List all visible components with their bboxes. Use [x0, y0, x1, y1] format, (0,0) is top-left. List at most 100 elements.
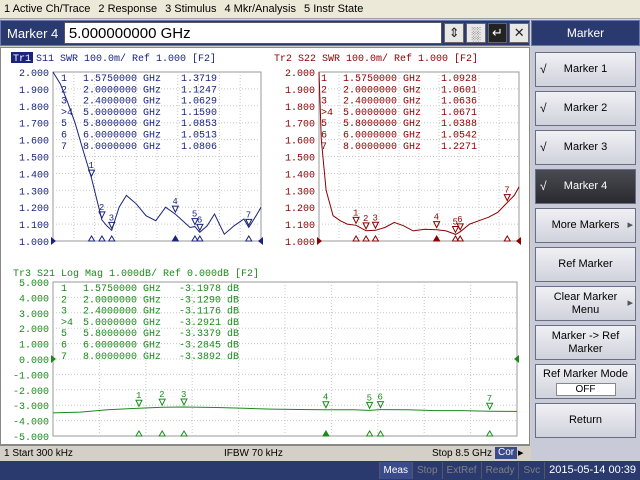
y-tick-label: 1.900	[285, 86, 315, 97]
entry-label: Marker 4	[7, 25, 59, 41]
ifbw: IFBW 70 kHz	[224, 447, 283, 459]
y-tick-label: 2.000	[19, 325, 49, 336]
softkey-label: Ref Marker	[558, 258, 613, 270]
marker-id: 7	[321, 142, 327, 153]
marker-frequency: 1.5750000 GHz	[343, 74, 421, 85]
stimulus-marker	[362, 235, 370, 242]
softkey-ref-marker[interactable]: Ref Marker	[535, 247, 636, 282]
marker-id: 6	[61, 131, 67, 142]
status-extref: ExtRef	[441, 462, 481, 479]
marker-number: 4	[323, 393, 328, 403]
marker-value: -3.1290 dB	[179, 294, 239, 306]
marker-value: -3.2845 dB	[179, 340, 239, 352]
entry-value-field[interactable]: 5.000000000 GHz	[63, 22, 443, 44]
y-tick-label: 1.200	[285, 204, 315, 215]
stimulus-marker	[352, 235, 360, 242]
stimulus-marker	[432, 235, 441, 242]
marker-id: 2	[321, 85, 327, 96]
softkey-ref-marker-mode[interactable]: Ref Marker Mode OFF	[535, 364, 636, 399]
y-tick-label: 2.000	[285, 69, 315, 80]
y-tick-label: 1.800	[285, 103, 315, 114]
marker-number: 7	[504, 186, 509, 196]
y-tick-label: 1.600	[285, 137, 315, 148]
stimulus-marker	[371, 235, 380, 242]
menu-response[interactable]: 2 Response	[94, 3, 161, 15]
spin-arrows-icon[interactable]: ⇕	[444, 23, 465, 43]
marker-value: 1.0928	[441, 74, 477, 85]
softkey-marker-3[interactable]: √ Marker 3	[535, 130, 636, 165]
marker-number: 1	[136, 391, 141, 401]
marker-frequency: 6.0000000 GHz	[83, 341, 161, 352]
stimulus-marker	[244, 235, 253, 242]
marker-frequency: 2.0000000 GHz	[343, 85, 421, 96]
softkey-more-markers[interactable]: More Markers ▸	[535, 208, 636, 243]
marker-value: 1.1247	[181, 85, 217, 96]
marker-number: 7	[487, 394, 492, 404]
menu-active-ch-trace[interactable]: 1 Active Ch/Trace	[0, 3, 94, 15]
marker-frequency: 8.0000000 GHz	[343, 142, 421, 153]
softkey-marker-to-ref[interactable]: Marker -> Ref Marker	[535, 325, 636, 360]
channel-status-bar: 1 Start 300 kHz IFBW 70 kHz Stop 8.5 GHz…	[0, 445, 530, 460]
keypad-icon[interactable]: ░	[466, 23, 486, 43]
plot-area: 2.000 1.900 1.800 1.700 1.600 1.500 1.400 1.300…	[0, 47, 530, 445]
softkey-marker-4[interactable]: √ Marker 4	[535, 169, 636, 204]
marker-value: -3.1176 dB	[179, 306, 239, 318]
instrument-status-bar: Meas Stop ExtRef Ready Svc 2015-05-14 00…	[0, 461, 640, 480]
marker-value: 1.0542	[441, 131, 477, 142]
correction-badge: Cor	[495, 447, 518, 459]
marker-frequency: 6.0000000 GHz	[83, 131, 161, 142]
softkey-label: Clear Marker Menu	[553, 290, 618, 316]
stimulus-marker	[485, 430, 494, 437]
marker-frequency: 5.8000000 GHz	[343, 119, 421, 130]
y-tick-label: 2.000	[19, 69, 49, 80]
marker-number: 7	[246, 210, 251, 220]
softkey-clear-marker-menu[interactable]: Clear Marker Menu ▸	[535, 286, 636, 321]
chevron-right-icon: ▸	[627, 297, 633, 309]
marker-id: 7	[61, 142, 67, 153]
marker-id: 2	[61, 85, 67, 96]
softkey-marker-2[interactable]: √ Marker 2	[535, 91, 636, 126]
menu-instr-state[interactable]: 5 Instr State	[300, 3, 367, 15]
marker-value: 1.0671	[441, 108, 477, 119]
marker-id: 5	[61, 329, 67, 340]
marker-number: 6	[197, 215, 202, 225]
softkey-label: Marker 1	[563, 63, 608, 75]
marker-number: 4	[172, 197, 177, 207]
softkey-panel: Marker √ Marker 1 √ Marker 2 √ Marker 3 √ Ma…	[531, 20, 640, 460]
marker-frequency: 5.8000000 GHz	[83, 119, 161, 130]
softkey-marker-1[interactable]: √ Marker 1	[535, 52, 636, 87]
marker-id: >4	[61, 318, 73, 329]
stimulus-marker	[456, 235, 465, 242]
marker-id: 1	[61, 284, 67, 295]
marker-number: 2	[99, 203, 104, 213]
y-tick-label: 4.000	[19, 294, 49, 305]
marker-id: 3	[321, 97, 327, 108]
softkey-label: Marker 2	[563, 102, 608, 114]
y-tick-label: 1.400	[285, 170, 315, 181]
y-tick-label: 1.100	[19, 221, 49, 232]
menu-stimulus[interactable]: 3 Stimulus	[161, 3, 220, 15]
marker-frequency: 5.0000000 GHz	[83, 108, 161, 119]
plot-svg: 2.000 1.900 1.800 1.700 1.600 1.500 1.400 1.300…	[11, 52, 521, 444]
marker-frequency: 2.4000000 GHz	[83, 97, 161, 108]
marker-id: 7	[61, 352, 67, 363]
stimulus-marker	[98, 235, 106, 242]
marker-id: 6	[61, 341, 67, 352]
marker-value: 1.0388	[441, 119, 477, 130]
y-tick-label: 1.700	[285, 120, 315, 131]
enter-icon[interactable]: ↵	[487, 23, 508, 43]
marker-value: 1.0629	[181, 97, 217, 108]
marker-number: 6	[378, 393, 383, 403]
marker-frequency: 8.0000000 GHz	[83, 142, 161, 153]
softkey-label: Marker 4	[563, 180, 608, 192]
marker-number: 1	[353, 208, 358, 218]
check-icon: √	[540, 140, 547, 154]
close-icon[interactable]: ✕	[509, 23, 529, 43]
menu-mkr-analysis[interactable]: 4 Mkr/Analysis	[220, 3, 300, 15]
stimulus-marker	[195, 235, 204, 242]
softkey-return[interactable]: Return	[535, 403, 636, 438]
marker-number: 2	[159, 390, 164, 400]
marker-value: -3.2921 dB	[179, 317, 239, 329]
marker-frequency: 6.0000000 GHz	[343, 131, 421, 142]
y-tick-label: 1.700	[19, 120, 49, 131]
